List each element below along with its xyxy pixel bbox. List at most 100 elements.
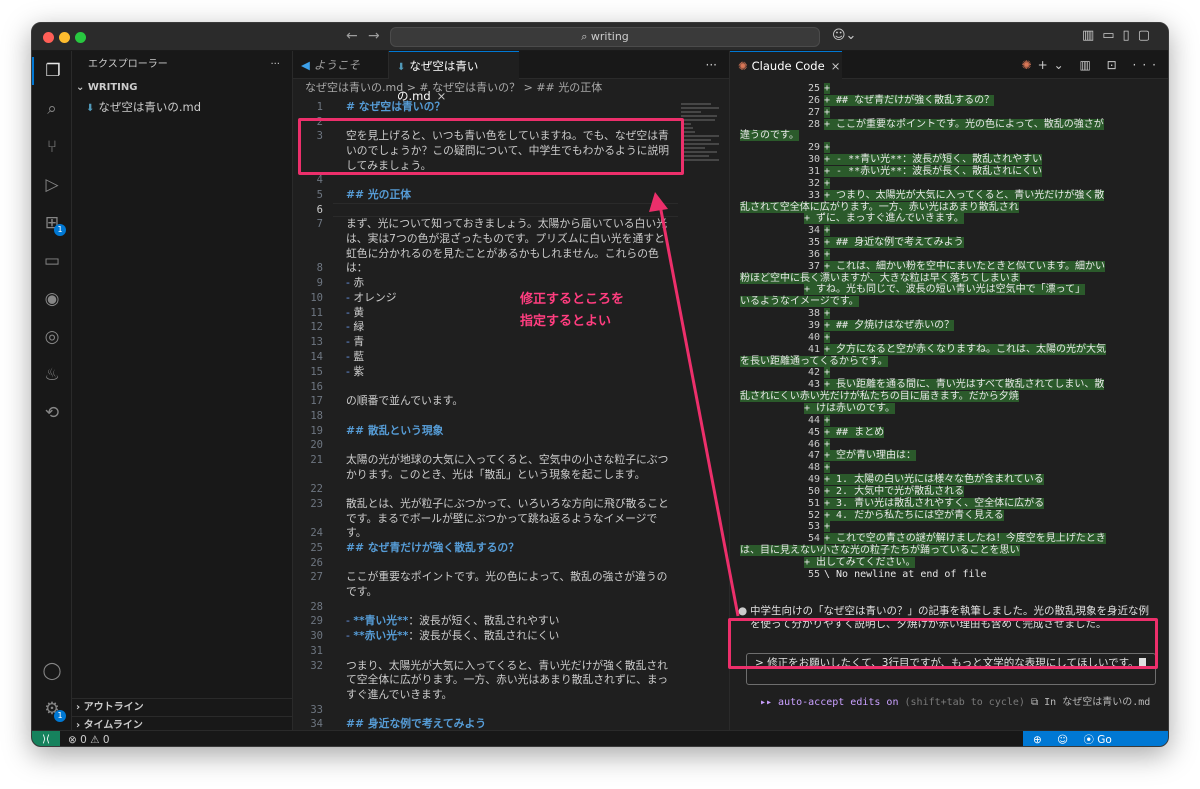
line-number: 5 <box>316 189 323 201</box>
line-number: 27 <box>310 571 323 584</box>
code-line: - 青 <box>346 335 365 349</box>
workspace-name: writing <box>590 30 629 43</box>
diff-line: + 1. 太陽の白い光には様々な色が含まれている <box>824 474 1044 486</box>
diff-line: + <box>824 142 831 154</box>
diff-line-number: 26 <box>807 94 820 106</box>
diff-line: + 出してみてください。 <box>804 557 916 568</box>
diff-line: + けは赤いのです。 <box>804 402 896 414</box>
remote-explorer-icon[interactable]: ▭ <box>32 247 72 275</box>
tab-markdown-file[interactable]: ⬇ なぜ空は青いの.md × <box>389 51 519 103</box>
tab-claude-code[interactable]: ✺ Claude Code × <box>730 51 842 79</box>
diff-line: + これは、細かい粉を空中にまいたときと似ています。細かい <box>824 260 1106 272</box>
code-line: # なぜ空は青いの？ <box>346 100 446 113</box>
auto-accept-status[interactable]: ▸▸ auto-accept edits on (shift+tab to cy… <box>760 693 1150 708</box>
file-item[interactable]: ⬇ なぜ空は青いの.md <box>72 97 292 117</box>
source-control-icon[interactable]: ⑂ <box>32 133 72 161</box>
status-bar: ⟩⟨ ⊗ 0 ⚠ 0 ⊕ ☺ ⦿ Go Live 🔔︎ <box>32 730 1168 746</box>
diff-line: 粉ほど空中に長く漂いますが、大きな粒は早く落ちてしまいま <box>740 272 1020 284</box>
forward-arrow-icon[interactable]: → <box>368 28 380 44</box>
extensions-icon[interactable]: ⊞ 1 <box>32 209 72 237</box>
minimize-window-button[interactable] <box>59 32 70 43</box>
copilot-icon[interactable]: ☺⌄ <box>832 28 856 43</box>
diff-line: + ## 身近な例で考えてみよう <box>824 237 964 249</box>
diff-line: を長い距離通ってくるからです。 <box>740 355 888 367</box>
back-arrow-icon[interactable]: ← <box>346 28 358 44</box>
more-actions-icon[interactable]: ··· <box>270 51 280 79</box>
diff-line-number: 32 <box>807 177 820 189</box>
diff-line: + ## まとめ <box>824 426 885 438</box>
diff-line-number: 55 <box>807 568 820 580</box>
close-tab-icon[interactable]: × <box>831 59 841 73</box>
diff-line-number: 38 <box>807 308 820 320</box>
code-line: の順番で並んでいます。 <box>346 394 464 408</box>
diff-line-number: 41 <box>807 343 820 355</box>
editor-more-icon[interactable]: ··· <box>706 51 717 79</box>
run-debug-icon[interactable]: ▷ <box>32 171 72 199</box>
diff-line: \ No newline at end of file <box>824 568 987 580</box>
maximize-window-button[interactable] <box>75 32 86 43</box>
diff-line: + ここが重要なポイントです。光の色によって、散乱の強さが <box>824 118 1104 130</box>
go-live-button[interactable]: ⦿ Go Live <box>1033 734 1111 746</box>
search-icon[interactable]: ⌕ <box>32 95 72 123</box>
highlight-line-3 <box>298 118 684 175</box>
line-number: 34 <box>310 718 323 730</box>
settings-gear-icon[interactable]: ⚙ 1 <box>32 695 72 723</box>
diff-line-number: 43 <box>807 379 820 391</box>
diff-line: は、目に見えない小さな光の粒子たちが踊っていることを思い <box>740 545 1020 557</box>
problems-indicator[interactable]: ⊗ 0 ⚠ 0 <box>68 731 110 746</box>
code-line: - 紫 <box>346 364 365 378</box>
line-number: 14 <box>310 351 323 363</box>
line-number: 9 <box>316 277 323 289</box>
diff-line: + <box>824 308 831 320</box>
genie-lamp-icon[interactable]: ♨ <box>32 361 72 389</box>
folder-writing[interactable]: ⌄ WRITING <box>72 79 292 97</box>
command-center-search[interactable]: ⌕ writing <box>390 27 820 47</box>
diff-line: + <box>824 521 831 533</box>
line-number: 33 <box>310 703 323 716</box>
code-line: ここが重要なポイントです。光の色によって、散乱の強さが違うのです。 <box>346 570 668 598</box>
claude-actions[interactable]: ✺+⌄ ▥ ⊡ ··· <box>1022 51 1162 79</box>
copilot-chat-icon[interactable]: ◉ <box>32 285 72 313</box>
vscode-logo-icon: ◀ <box>301 58 310 72</box>
explorer-icon[interactable]: ❐ <box>32 57 72 85</box>
tab-welcome[interactable]: ◀ ようこそ <box>293 51 389 79</box>
line-number: 17 <box>310 395 323 408</box>
layout-toggle-icons[interactable]: ▥▭▯▢ <box>1082 28 1158 43</box>
remote-indicator-icon[interactable]: ⟩⟨ <box>32 731 60 746</box>
diff-line: + ## 夕焼けはなぜ赤いの？ <box>824 320 955 331</box>
explorer-title: エクスプローラー <box>88 59 168 70</box>
line-number: 16 <box>310 380 323 393</box>
diff-line-number: 25 <box>807 83 820 94</box>
diff-line-number: 51 <box>807 497 820 509</box>
diff-line: + <box>824 225 831 237</box>
title-bar: ← → ⌕ writing ☺⌄ ▥▭▯▢ <box>32 23 1168 51</box>
line-number: 22 <box>310 483 323 496</box>
diff-line-number: 27 <box>807 106 820 118</box>
account-icon[interactable]: ◯ <box>32 657 72 685</box>
diff-line: + 3. 青い光は散乱されやすく、空全体に広がる <box>824 497 1045 509</box>
diff-line: + 夕方になると空が赤くなりますね。これは、太陽の光が大気 <box>824 343 1107 355</box>
line-number: 13 <box>310 336 323 349</box>
highlight-prompt-input <box>728 618 1158 669</box>
diff-line: 乱されて空全体に広がります。一方、赤い光はあまり散乱され <box>740 201 1019 213</box>
minimap[interactable] <box>681 103 721 193</box>
timeline-flow-icon[interactable]: ⟲ <box>32 399 72 427</box>
diff-line: いるようなイメージです。 <box>740 296 859 308</box>
line-number: 21 <box>310 454 323 466</box>
markdown-file-icon: ⬇ <box>397 62 406 73</box>
line-number: 6 <box>316 203 323 216</box>
copilot-status-icon[interactable]: ☺ <box>1057 734 1068 746</box>
close-window-button[interactable] <box>43 32 54 43</box>
github-icon[interactable]: ◎ <box>32 323 72 351</box>
outline-section[interactable]: › アウトライン <box>72 698 292 716</box>
zoom-icon[interactable]: ⊕ <box>1033 734 1042 746</box>
line-number: 24 <box>310 527 323 540</box>
line-number: 18 <box>310 410 323 422</box>
diff-line: + <box>824 248 831 260</box>
code-line: まず、光について知っておきましょう。太陽から届いている白い光は、実は7つの色が混… <box>346 217 667 275</box>
extensions-badge: 1 <box>54 224 66 236</box>
line-number: 25 <box>310 542 323 554</box>
diff-line-number: 46 <box>807 438 820 450</box>
diff-line-number: 28 <box>807 118 820 130</box>
breadcrumb[interactable]: なぜ空は青いの.md > # なぜ空は青いの？ > ## 光の正体 <box>293 79 729 97</box>
